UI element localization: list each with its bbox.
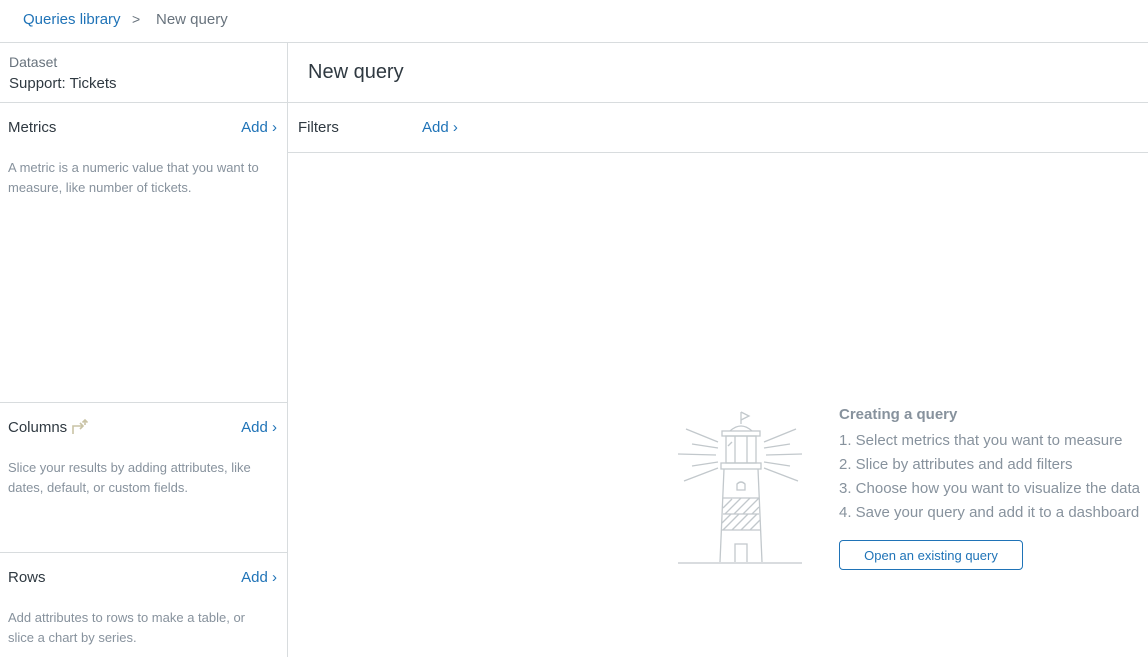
breadcrumb-queries-library-link[interactable]: Queries library: [23, 11, 121, 28]
guide-title: Creating a query: [839, 406, 958, 423]
query-sidebar: Dataset Support: Tickets Metrics Add › A…: [0, 43, 288, 657]
creating-query-guide: Creating a query 1. Select metrics that …: [839, 406, 1140, 525]
add-row-button[interactable]: Add ›: [241, 569, 277, 586]
guide-step: 2. Slice by attributes and add filters: [839, 456, 1073, 473]
metrics-description: A metric is a numeric value that you wan…: [8, 160, 259, 195]
columns-description: Slice your results by adding attributes,…: [8, 460, 251, 495]
query-header: New query: [288, 43, 1148, 103]
filters-bar: Filters Add ›: [288, 103, 1148, 153]
metrics-title: Metrics: [8, 119, 57, 136]
dataset-value[interactable]: Support: Tickets: [9, 75, 117, 92]
page-title[interactable]: New query: [308, 61, 404, 84]
dataset-label: Dataset: [9, 54, 58, 70]
rows-description: Add attributes to rows to make a table, …: [8, 610, 246, 645]
open-existing-query-button[interactable]: Open an existing query: [839, 540, 1023, 570]
top-bar: Queries library > New query: [0, 0, 1148, 43]
columns-title: Columns: [8, 419, 68, 436]
rows-title: Rows: [8, 569, 46, 586]
filters-label: Filters: [298, 119, 339, 136]
guide-step: 3. Choose how you want to visualize the …: [839, 480, 1141, 497]
add-metric-button[interactable]: Add ›: [241, 119, 277, 136]
breadcrumb-separator: >: [132, 11, 141, 27]
metrics-section: Metrics Add › A metric is a numeric valu…: [0, 102, 287, 403]
guide-step: 1. Select metrics that you want to measu…: [839, 432, 1123, 449]
rows-section: Rows Add › Add attributes to rows to mak…: [0, 552, 287, 658]
swap-icon[interactable]: [70, 418, 88, 436]
add-filter-button[interactable]: Add ›: [422, 119, 458, 136]
guide-step: 4. Save your query and add it to a dashb…: [839, 504, 1140, 521]
add-column-button[interactable]: Add ›: [241, 419, 277, 436]
query-main: New query Filters Add › Creating a query…: [288, 43, 1148, 657]
breadcrumb-current: New query: [156, 11, 228, 28]
columns-section: Columns Add › Slice your results by addi…: [0, 402, 287, 553]
lighthouse-icon: [678, 411, 803, 564]
